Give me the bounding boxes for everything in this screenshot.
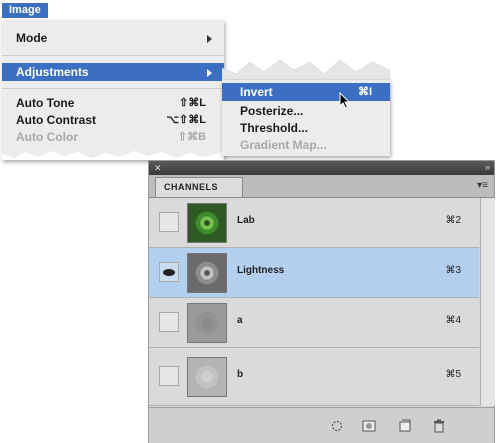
panel-bottom-toolbar (149, 407, 494, 443)
channel-shortcut: ⌘5 (445, 369, 461, 380)
menu-item-invert[interactable]: Invert ⌘I (222, 83, 390, 101)
new-channel-icon[interactable] (397, 418, 413, 434)
menu-item-adjustments[interactable]: Adjustments (2, 63, 224, 81)
channel-thumbnail (187, 253, 227, 293)
image-menu-title[interactable]: Image (2, 3, 48, 18)
panel-titlebar[interactable]: ✕ » (149, 161, 494, 175)
torn-edge-decoration (222, 59, 390, 80)
menu-item-gradient-map[interactable]: Gradient Map... (222, 136, 390, 154)
visibility-toggle[interactable] (159, 366, 179, 386)
menu-item-label: Mode (16, 31, 48, 45)
adjustments-submenu: Invert ⌘I Posterize... Threshold... Grad… (222, 80, 390, 156)
channel-row-lab[interactable]: Lab ⌘2 (149, 198, 479, 248)
channel-thumbnail (187, 303, 227, 343)
torn-edge (2, 148, 224, 160)
menu-item-shortcut: ⇧⌘L (179, 97, 206, 109)
panel-scrollbar[interactable] (480, 198, 495, 406)
channel-row-lightness[interactable]: Lightness ⌘3 (149, 248, 479, 298)
menu-item-auto-contrast[interactable]: Auto Contrast ⌥⇧⌘L (2, 111, 224, 129)
menu-item-posterize[interactable]: Posterize... (222, 102, 390, 120)
menu-item-mode[interactable]: Mode (2, 29, 224, 47)
menu-item-label: Auto Color (16, 130, 78, 144)
channel-shortcut: ⌘3 (445, 265, 461, 276)
trash-icon[interactable] (431, 418, 447, 434)
save-selection-icon[interactable] (361, 418, 377, 434)
channel-name: Lightness (237, 265, 285, 276)
load-selection-icon[interactable] (329, 418, 345, 434)
visibility-toggle[interactable] (159, 212, 179, 232)
channel-thumbnail (187, 203, 227, 243)
panel-tab-row: CHANNELS ▾≡ (149, 175, 494, 198)
submenu-arrow-icon (207, 69, 212, 77)
menu-item-label: Auto Contrast (16, 113, 96, 127)
menu-bar: Image (0, 0, 200, 20)
channel-name: Lab (237, 215, 255, 226)
menu-item-threshold[interactable]: Threshold... (222, 119, 390, 137)
visibility-toggle[interactable] (159, 262, 179, 282)
channel-thumbnail (187, 357, 227, 397)
menu-item-shortcut: ⇧⌘B (177, 131, 206, 143)
eye-icon (163, 269, 175, 276)
menu-item-auto-color[interactable]: Auto Color ⇧⌘B (2, 128, 224, 146)
menu-item-label: Posterize... (240, 104, 304, 118)
menu-item-label: Invert (240, 85, 273, 99)
menu-item-shortcut: ⌘I (357, 86, 372, 98)
channel-name: a (237, 315, 243, 326)
channel-shortcut: ⌘4 (445, 315, 461, 326)
channel-row-b[interactable]: b ⌘5 (149, 348, 479, 406)
image-menu: Mode Adjustments Auto Tone ⇧⌘L Auto Cont… (2, 20, 224, 160)
panel-menu-icon[interactable]: ▾≡ (477, 180, 488, 191)
mouse-pointer-icon (339, 92, 351, 109)
channel-name: b (237, 369, 244, 380)
menu-item-shortcut: ⌥⇧⌘L (166, 114, 206, 126)
channel-shortcut: ⌘2 (445, 215, 461, 226)
menu-separator (2, 88, 224, 89)
menu-item-label: Auto Tone (16, 96, 75, 110)
channel-row-a[interactable]: a ⌘4 (149, 298, 479, 348)
menu-item-label: Gradient Map... (240, 138, 327, 152)
menu-item-auto-tone[interactable]: Auto Tone ⇧⌘L (2, 94, 224, 112)
menu-item-label: Threshold... (240, 121, 309, 135)
menu-item-label: Adjustments (16, 65, 89, 79)
tab-channels[interactable]: CHANNELS (155, 177, 243, 197)
collapse-icon[interactable]: » (485, 162, 490, 172)
close-icon[interactable]: ✕ (154, 163, 162, 174)
submenu-arrow-icon (207, 35, 212, 43)
visibility-toggle[interactable] (159, 312, 179, 332)
menu-separator (2, 55, 224, 56)
channels-panel: ✕ » CHANNELS ▾≡ Lab ⌘2 Lightness ⌘3 a ⌘4… (148, 160, 495, 443)
